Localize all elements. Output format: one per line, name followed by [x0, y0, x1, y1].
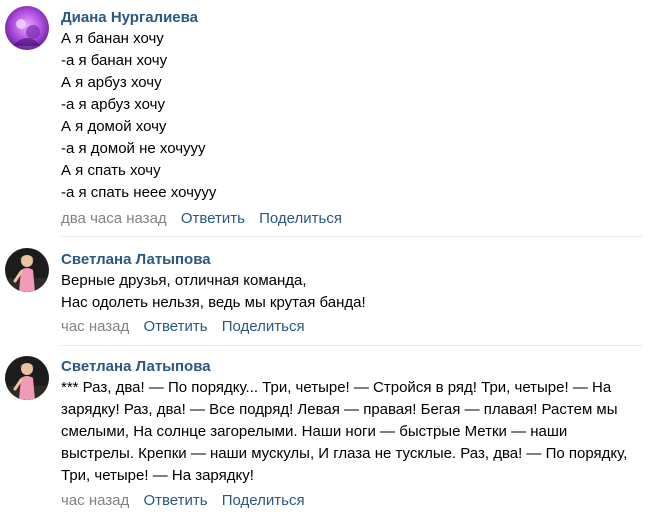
comment-date[interactable]: час назад	[61, 492, 129, 509]
comment-line: А я спать хочу	[61, 162, 161, 179]
comment-meta: час назад Ответить Поделиться	[61, 491, 305, 511]
reply-button[interactable]: Ответить	[143, 492, 207, 509]
comment-line: А я домой хочу	[61, 118, 167, 135]
avatar[interactable]	[5, 356, 49, 400]
comment-line: -а я домой не хочууу	[61, 140, 206, 157]
comment-paragraph: *** Раз, два! — По порядку... Три, четыр…	[61, 379, 628, 484]
comment-author[interactable]: Светлана Латыпова	[61, 358, 211, 376]
comment-meta: два часа назад Ответить Поделиться	[61, 209, 342, 229]
reply-button[interactable]: Ответить	[181, 210, 245, 227]
comment-line: -а я спать неее хочууу	[61, 184, 217, 201]
comment-text: Верные друзья, отличная команда, Нас одо…	[61, 270, 646, 314]
comment-date[interactable]: два часа назад	[61, 210, 167, 227]
comment-line: -а я арбуз хочу	[61, 96, 165, 113]
comment-line: Нас одолеть нельзя, ведь мы крутая банда…	[61, 294, 366, 311]
comment-meta: час назад Ответить Поделиться	[61, 317, 305, 337]
share-button[interactable]: Поделиться	[222, 318, 305, 335]
comment-author[interactable]: Диана Нургалиева	[61, 9, 198, 27]
comment-line: Верные друзья, отличная команда,	[61, 272, 307, 289]
comment-line: А я банан хочу	[61, 30, 164, 47]
comment-date[interactable]: час назад	[61, 318, 129, 335]
share-button[interactable]: Поделиться	[222, 492, 305, 509]
avatar[interactable]	[5, 248, 49, 292]
share-button[interactable]: Поделиться	[259, 210, 342, 227]
comment-author[interactable]: Светлана Латыпова	[61, 251, 211, 269]
comment-line: А я арбуз хочу	[61, 74, 162, 91]
comment-text: А я банан хочу -а я банан хочу А я арбуз…	[61, 28, 646, 204]
comment-text: *** Раз, два! — По порядку... Три, четыр…	[61, 377, 644, 487]
avatar[interactable]	[5, 6, 49, 50]
comment-divider	[61, 236, 642, 237]
reply-button[interactable]: Ответить	[143, 318, 207, 335]
comment-line: -а я банан хочу	[61, 52, 168, 69]
comment-divider	[61, 345, 642, 346]
